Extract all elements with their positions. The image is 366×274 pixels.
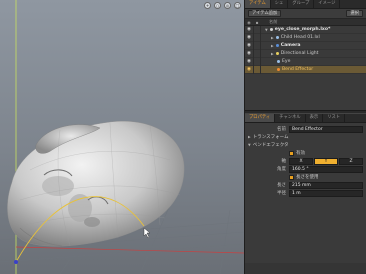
axis-x-button[interactable]: X — [289, 157, 313, 165]
item-label: Bend Effector — [282, 67, 314, 72]
list-item[interactable]: ◉ Eye — [245, 57, 366, 66]
mesh-icon — [277, 60, 280, 63]
item-label: Eye — [282, 59, 291, 64]
tab-images[interactable]: イメージ — [314, 0, 341, 8]
x-axis-line — [15, 246, 244, 254]
viewport-scene — [0, 0, 244, 274]
list-item[interactable]: ◉ ▶ Child Head 01.lxl — [245, 33, 366, 42]
mouse-cursor — [143, 227, 151, 239]
name-row: 名前 Bend Effector — [245, 125, 366, 133]
tab-display[interactable]: 表示 — [306, 114, 324, 122]
use-length-row: 長さを使用 — [245, 173, 366, 181]
eye-icon[interactable]: ◉ — [245, 26, 253, 34]
eye-icon[interactable]: ◉ — [245, 66, 253, 74]
item-label: Camera — [280, 43, 301, 48]
list-item[interactable]: ◉ Bend Effector — [245, 65, 366, 74]
angle-field[interactable]: 160.5 ° — [289, 165, 363, 173]
tab-properties[interactable]: プロパティ — [245, 114, 276, 122]
head-mesh[interactable] — [7, 120, 185, 247]
tab-groups[interactable]: グループ — [288, 0, 315, 8]
scene-icon — [269, 28, 273, 31]
tab-list[interactable]: リスト — [323, 114, 346, 122]
angle-label: 角度 — [277, 167, 286, 172]
radius-row: 半径 1 m — [245, 189, 366, 197]
tab-items[interactable]: アイテム — [245, 0, 271, 8]
length-field[interactable]: 215 mm — [289, 181, 363, 189]
right-panel: アイテム シェ グループ イメージ アイテム追加 選択 ◉ ▪ 名前 ◉ ▼ ey… — [244, 0, 366, 274]
list-item[interactable]: ◉ ▶ Directional Light — [245, 49, 366, 58]
item-label: eye_close_morph.lxo* — [274, 27, 331, 32]
viewport-nav-icons: + ○ ◎ □ — [204, 2, 241, 9]
gizmo-handle[interactable] — [14, 260, 18, 264]
collapse-triangle-icon[interactable]: ▶ — [248, 135, 251, 139]
expand-triangle-icon[interactable]: ▶ — [271, 52, 274, 56]
angle-row: 角度 160.5 ° — [245, 165, 366, 173]
name-label: 名前 — [277, 127, 286, 132]
use-length-label: 長さを使用 — [296, 175, 319, 180]
zoom-view-icon[interactable]: ◎ — [224, 2, 231, 9]
expand-triangle-icon[interactable]: ▼ — [248, 143, 251, 147]
property-tabbar: プロパティ チャンネル 表示 リスト — [245, 114, 366, 123]
item-toolbar: アイテム追加 選択 — [245, 9, 366, 19]
item-label: Directional Light — [280, 51, 319, 56]
length-label: 長さ — [277, 183, 286, 188]
enable-label: 有効 — [296, 151, 305, 156]
select-button[interactable]: 選択 — [346, 10, 363, 17]
axis-label: 軸 — [281, 159, 287, 164]
length-row: 長さ 215 mm — [245, 181, 366, 189]
axis-row: 軸 X Y Z — [245, 157, 366, 165]
list-item[interactable]: ◉ ▼ eye_close_morph.lxo* — [245, 25, 366, 34]
list-item[interactable]: ◉ ▶ Camera — [245, 41, 366, 50]
eye-icon[interactable]: ◉ — [245, 58, 253, 66]
eye-icon[interactable]: ◉ — [245, 42, 253, 50]
properties-panel: 名前 Bend Effector ▶ トランスフォーム ▼ ベンドエフェクタ 有… — [245, 123, 366, 263]
eye-column-icon: ◉ — [247, 19, 251, 25]
eye-icon[interactable]: ◉ — [245, 50, 253, 58]
bend-section-label: ベンドエフェクタ — [252, 143, 289, 148]
enable-row: 有効 — [245, 149, 366, 157]
expand-triangle-icon[interactable]: ▶ — [271, 36, 274, 40]
radius-field[interactable]: 1 m — [289, 189, 363, 197]
item-list: ◉ ▼ eye_close_morph.lxo* ◉ ▶ Child Head 01… — [245, 25, 366, 110]
rotate-view-icon[interactable]: ○ — [214, 2, 221, 9]
3d-viewport[interactable]: + ○ ◎ □ — [0, 0, 244, 274]
maximize-view-icon[interactable]: □ — [234, 2, 241, 9]
name-field[interactable]: Bend Effector — [289, 125, 363, 133]
radius-label: 半径 — [277, 191, 286, 196]
expand-triangle-icon[interactable]: ▼ — [265, 28, 268, 32]
item-label: Child Head 01.lxl — [280, 35, 320, 40]
move-view-icon[interactable]: + — [204, 2, 211, 9]
name-column-label: 名前 — [269, 19, 278, 24]
axis-y-button[interactable]: Y — [314, 157, 338, 165]
item-list-header: ◉ ▪ 名前 — [245, 19, 366, 26]
tab-channels[interactable]: チャンネル — [275, 114, 306, 122]
expand-triangle-icon[interactable]: ▶ — [271, 44, 274, 48]
item-tabbar: アイテム シェ グループ イメージ — [245, 0, 366, 9]
add-item-button[interactable]: アイテム追加 — [248, 10, 282, 17]
effector-icon — [277, 68, 280, 71]
bend-section[interactable]: ▼ ベンドエフェクタ — [245, 141, 366, 149]
axis-z-button[interactable]: Z — [339, 157, 363, 165]
camera-icon — [275, 44, 279, 47]
lock-column-icon: ▪ — [255, 19, 259, 25]
light-icon — [275, 52, 279, 55]
transform-section-label: トランスフォーム — [252, 135, 289, 140]
tab-shader[interactable]: シェ — [271, 0, 289, 8]
mesh-icon — [275, 36, 279, 39]
transform-section[interactable]: ▶ トランスフォーム — [245, 133, 366, 141]
eye-icon[interactable]: ◉ — [245, 34, 253, 42]
